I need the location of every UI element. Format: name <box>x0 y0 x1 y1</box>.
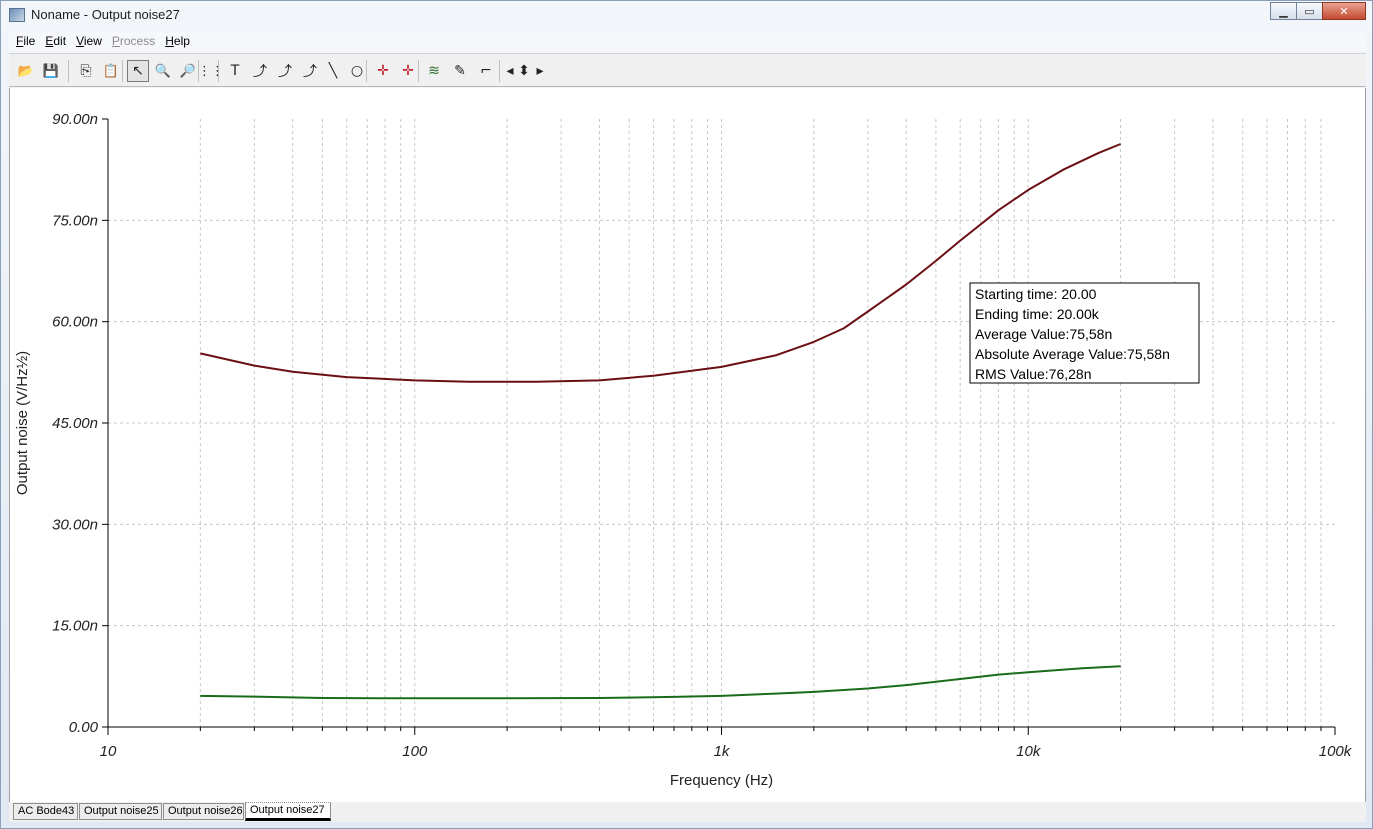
zoom-out-button[interactable]: 🔎 <box>177 60 199 82</box>
title-bar[interactable]: Noname - Output noise27 ▁ ▭ ✕ <box>1 1 1372 30</box>
step-icon: ⌐ <box>480 63 492 79</box>
cursor-a-button[interactable]: ✛ <box>372 60 394 82</box>
close-button[interactable]: ✕ <box>1322 2 1366 20</box>
y-tick-label: 60.00n <box>52 314 98 331</box>
pointer-icon: ↖ <box>132 63 144 79</box>
zoom-out-icon: 🔎 <box>179 63 197 79</box>
arrow-updown-icon: ⬍ <box>518 63 530 79</box>
tab-output-noise26[interactable]: Output noise26 <box>163 803 244 820</box>
arrow-right-button[interactable]: ▸ <box>533 60 547 82</box>
y-tick-label: 0.00 <box>69 719 99 736</box>
cursor-b-button[interactable]: ✛ <box>397 60 419 82</box>
curve-label2-icon: ⤴ <box>278 64 292 80</box>
pointer-button[interactable]: ↖ <box>127 60 149 82</box>
add-curves-icon: ≋ <box>428 63 440 79</box>
grid-button[interactable]: ⋮⋮ <box>198 60 224 82</box>
paste-icon: 📋 <box>102 63 120 79</box>
series-line-2 <box>200 665 1121 700</box>
line-button[interactable]: ╲ <box>322 60 344 82</box>
menu-bar: File Edit View Process Help <box>9 31 1366 51</box>
arrow-updown-button[interactable]: ⬍ <box>517 60 531 82</box>
arrow-right-icon: ▸ <box>536 63 544 79</box>
menu-help[interactable]: Help <box>165 34 190 48</box>
zoom-in-icon: 🔍 <box>154 63 172 79</box>
menu-file[interactable]: File <box>16 34 35 48</box>
curve-label3-icon: ⤴ <box>303 64 317 80</box>
arrow-left-icon: ◂ <box>506 63 514 79</box>
add-curves-button[interactable]: ≋ <box>423 60 445 82</box>
text-button[interactable]: T <box>224 60 246 82</box>
info-box-line: Starting time: 20.00 <box>975 286 1097 302</box>
toolbar: 📂 💾 ⎘ 📋 ↖ 🔍 🔎 ⋮⋮ T ⤴ ⤴ ⤴ ╲ ○ ✛ ✛ ≋ ✎ ⌐ ◂ ⬍ ▸ <box>9 53 1366 87</box>
text-icon: T <box>230 63 240 79</box>
noise-chart[interactable]: 0.00 15.00n 30.00n 45.00n 60.00n 75.00n 90.00n… <box>10 88 1365 802</box>
info-box-line: Absolute Average Value:75,58n <box>975 346 1170 362</box>
info-box-line: Ending time: 20.00k <box>975 306 1100 322</box>
window-controls: ▁ ▭ ✕ <box>1270 2 1366 22</box>
toolbar-separator <box>122 60 123 82</box>
zoom-in-button[interactable]: 🔍 <box>152 60 174 82</box>
paste-button[interactable]: 📋 <box>100 60 122 82</box>
y-tick-label: 30.00n <box>52 516 98 533</box>
arrow-left-button[interactable]: ◂ <box>503 60 517 82</box>
x-tick-label: 10 <box>100 743 117 760</box>
open-folder-icon: 📂 <box>17 63 35 79</box>
curve-label2-button[interactable]: ⤴ <box>274 60 296 82</box>
pen-button[interactable]: ✎ <box>449 60 471 82</box>
x-tick-label: 100 <box>402 743 428 760</box>
cursor-a-icon: ✛ <box>377 63 389 79</box>
line-icon: ╲ <box>328 63 338 79</box>
grid-icon: ⋮⋮ <box>198 63 224 79</box>
app-window: Noname - Output noise27 ▁ ▭ ✕ File Edit Vi… <box>0 0 1373 829</box>
y-tick-label: 15.00n <box>52 618 98 635</box>
tab-ac-bode43[interactable]: AC Bode43 <box>13 803 78 820</box>
menu-process[interactable]: Process <box>112 34 155 48</box>
info-box-line: RMS Value:76,28n <box>975 366 1091 382</box>
toolbar-separator <box>499 60 500 82</box>
close-icon: ✕ <box>1339 4 1349 18</box>
open-folder-button[interactable]: 📂 <box>15 60 37 82</box>
x-tick-label: 100k <box>1319 743 1353 760</box>
minimize-button[interactable]: ▁ <box>1270 2 1297 20</box>
minimize-icon: ▁ <box>1279 4 1288 18</box>
app-icon <box>9 8 25 22</box>
x-tick-label: 1k <box>714 743 731 760</box>
curve-label3-button[interactable]: ⤴ <box>299 60 321 82</box>
save-button[interactable]: 💾 <box>40 60 62 82</box>
curve-label-icon: ⤴ <box>253 64 267 80</box>
x-tick-label: 10k <box>1016 743 1042 760</box>
curve-label-button[interactable]: ⤴ <box>249 60 271 82</box>
cursor-b-icon: ✛ <box>402 63 414 79</box>
toolbar-separator <box>68 60 69 82</box>
x-axis-label: Frequency (Hz) <box>670 772 773 789</box>
chart-area[interactable]: 0.00 15.00n 30.00n 45.00n 60.00n 75.00n 90.00n… <box>9 88 1366 802</box>
maximize-button[interactable]: ▭ <box>1296 2 1323 20</box>
info-box-line: Average Value:75,58n <box>975 326 1112 342</box>
tab-output-noise27[interactable]: Output noise27 <box>245 802 331 821</box>
circle-icon: ○ <box>350 63 364 79</box>
y-tick-label: 90.00n <box>52 111 98 128</box>
window-title: Noname - Output noise27 <box>31 7 180 22</box>
save-icon: 💾 <box>42 63 60 79</box>
y-tick-label: 45.00n <box>52 415 98 432</box>
document-tabs: AC Bode43 Output noise25 Output noise26 Out… <box>9 802 1366 822</box>
y-tick-label: 75.00n <box>52 212 98 229</box>
circle-button[interactable]: ○ <box>346 60 368 82</box>
menu-edit[interactable]: Edit <box>45 34 66 48</box>
copy-icon: ⎘ <box>80 63 92 79</box>
step-button[interactable]: ⌐ <box>475 60 497 82</box>
maximize-icon: ▭ <box>1304 4 1315 18</box>
copy-button[interactable]: ⎘ <box>75 60 97 82</box>
pen-icon: ✎ <box>454 63 466 79</box>
tab-output-noise25[interactable]: Output noise25 <box>79 803 162 820</box>
y-axis-label: Output noise (V/Hz½) <box>14 351 31 495</box>
menu-view[interactable]: View <box>76 34 102 48</box>
